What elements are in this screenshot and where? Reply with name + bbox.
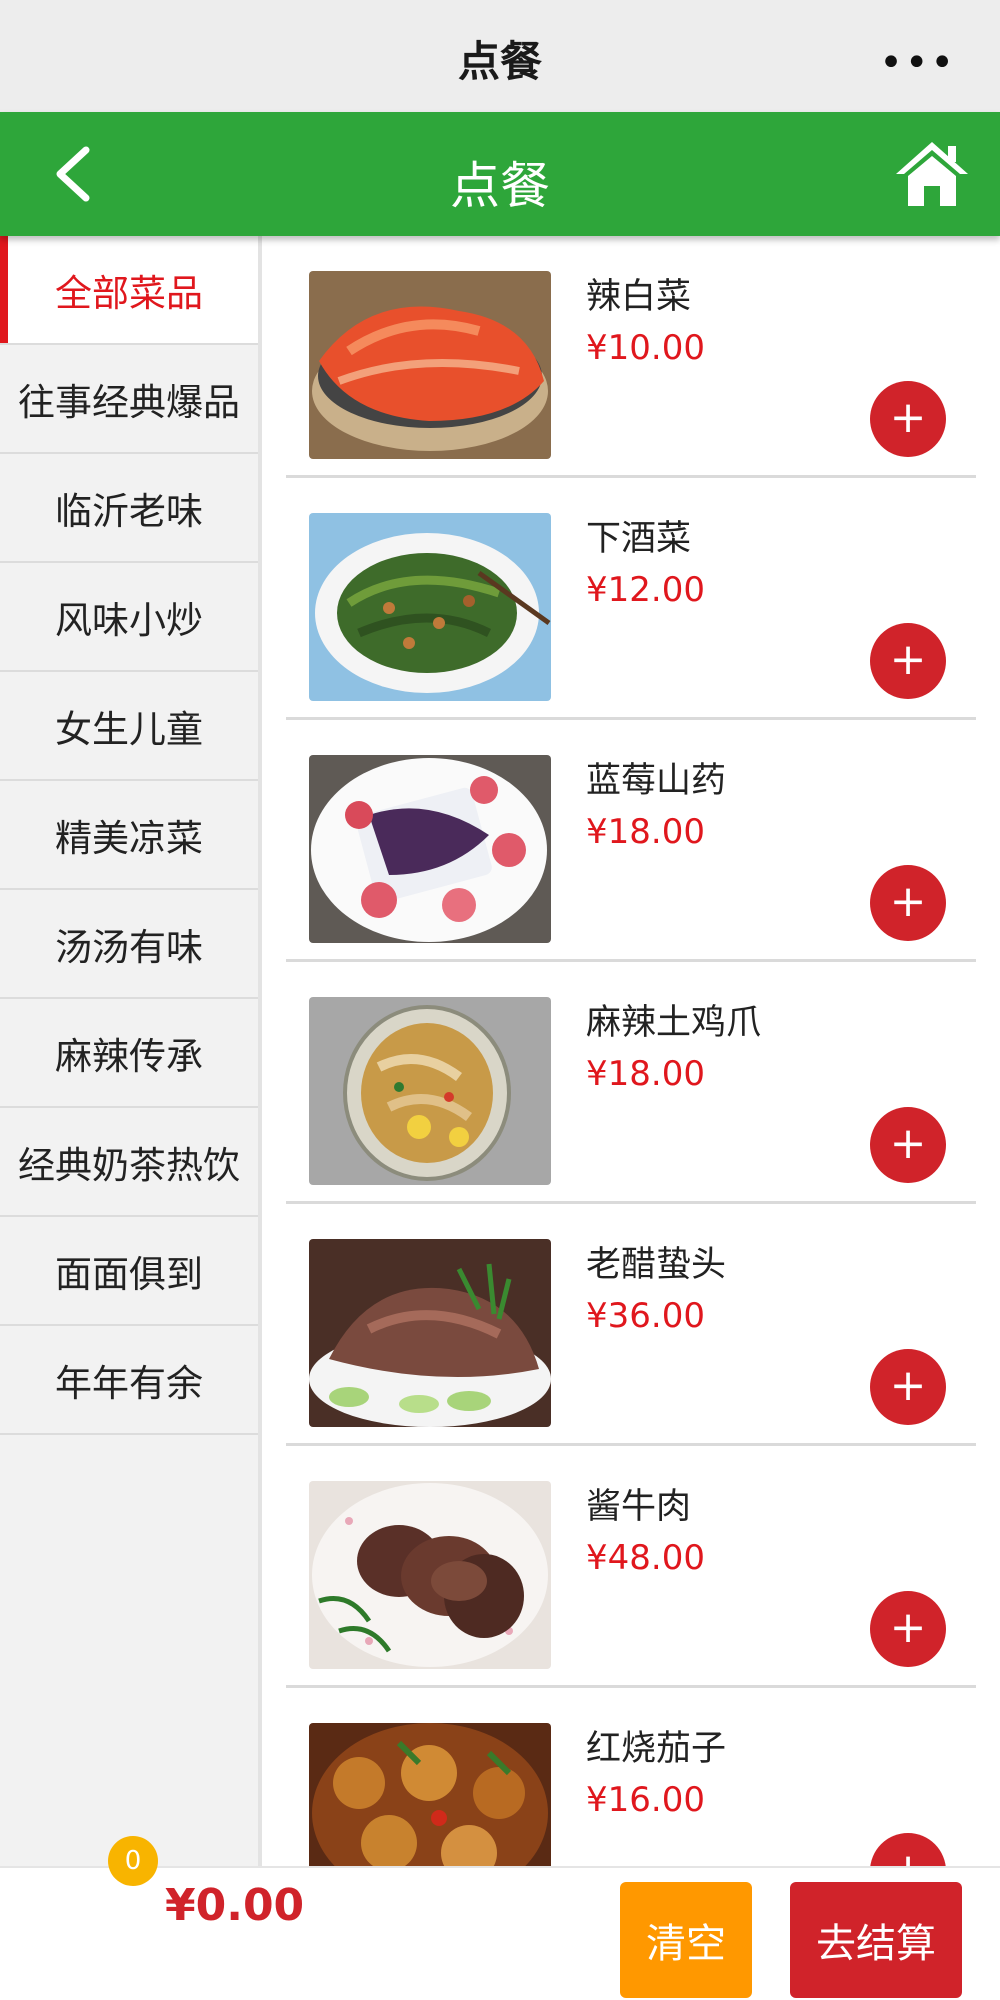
cart-count-badge[interactable]: 0 [108,1836,158,1886]
dish-price: ¥16.00 [586,1780,705,1820]
dish-list[interactable]: 辣白菜 ¥10.00 + 下酒菜 ¥12.00 + 蓝莓山药 ¥18.00 + [262,236,1000,1866]
dish-name: 老醋蛰头 [586,1245,727,1285]
add-to-cart-button[interactable]: + [870,381,946,457]
clear-cart-button[interactable]: 清空 [620,1882,752,1998]
dish-image[interactable] [309,1481,551,1669]
sidebar-item-soups[interactable]: 汤汤有味 [0,890,258,999]
window-title: 点餐 [457,37,542,86]
dish-item: 麻辣土鸡爪 ¥18.00 + [286,962,1000,1204]
dish-image[interactable] [309,513,551,701]
dish-image[interactable] [309,1723,551,1866]
sidebar-item-fish[interactable]: 年年有余 [0,1326,258,1435]
sidebar-item-all[interactable]: 全部菜品 [0,236,258,345]
category-sidebar: 全部菜品 往事经典爆品 临沂老味 风味小炒 女生儿童 精美凉菜 汤汤有味 麻辣传… [0,236,262,1866]
dish-name: 下酒菜 [586,519,692,559]
dish-image[interactable] [309,271,551,459]
dish-item: 酱牛肉 ¥48.00 + [286,1446,1000,1688]
sidebar-item-cold-dishes[interactable]: 精美凉菜 [0,781,258,890]
dish-image[interactable] [309,997,551,1185]
dish-item: 下酒菜 ¥12.00 + [286,478,1000,720]
dish-item: 辣白菜 ¥10.00 + [286,236,1000,478]
dish-price: ¥18.00 [586,1054,705,1094]
dish-item: 蓝莓山药 ¥18.00 + [286,720,1000,962]
dish-price: ¥18.00 [586,812,705,852]
sidebar-item-girls-kids[interactable]: 女生儿童 [0,672,258,781]
page-title: 点餐 [450,157,550,215]
cart-total: ¥0.00 [165,1880,305,1931]
dish-price: ¥12.00 [586,570,705,610]
sidebar-item-linyi-flavor[interactable]: 临沂老味 [0,454,258,563]
dish-name: 蓝莓山药 [586,761,727,801]
add-to-cart-button[interactable]: + [870,1833,946,1866]
sidebar-item-stir-fry[interactable]: 风味小炒 [0,563,258,672]
system-title-bar: 点餐 ••• [0,0,1000,112]
add-to-cart-button[interactable]: + [870,1107,946,1183]
dish-image[interactable] [309,1239,551,1427]
sidebar-item-milk-tea[interactable]: 经典奶茶热饮 [0,1108,258,1217]
home-icon[interactable] [894,136,970,212]
add-to-cart-button[interactable]: + [870,1349,946,1425]
dish-name: 酱牛肉 [586,1487,692,1527]
cart-bar: 0 ¥0.00 清空 去结算 [0,1836,1000,2000]
sidebar-item-spicy[interactable]: 麻辣传承 [0,999,258,1108]
dish-item: 红烧茄子 ¥16.00 + [286,1688,1000,1866]
add-to-cart-button[interactable]: + [870,1591,946,1667]
dish-price: ¥10.00 [586,328,705,368]
dish-price: ¥48.00 [586,1538,705,1578]
more-icon[interactable]: ••• [879,40,956,86]
dish-image[interactable] [309,755,551,943]
dish-name: 红烧茄子 [586,1729,727,1769]
sidebar-item-noodles[interactable]: 面面俱到 [0,1217,258,1326]
app: 点餐 ••• 点餐 全部菜品 往事经典爆品 临沂老味 风味小炒 女生儿童 精美凉… [0,0,1000,2000]
dish-name: 辣白菜 [586,277,692,317]
add-to-cart-button[interactable]: + [870,623,946,699]
checkout-button[interactable]: 去结算 [790,1882,962,1998]
dish-price: ¥36.00 [586,1296,705,1336]
app-header: 点餐 [0,112,1000,236]
dish-item: 老醋蛰头 ¥36.00 + [286,1204,1000,1446]
sidebar-item-classic-hits[interactable]: 往事经典爆品 [0,345,258,454]
add-to-cart-button[interactable]: + [870,865,946,941]
dish-name: 麻辣土鸡爪 [586,1003,762,1043]
